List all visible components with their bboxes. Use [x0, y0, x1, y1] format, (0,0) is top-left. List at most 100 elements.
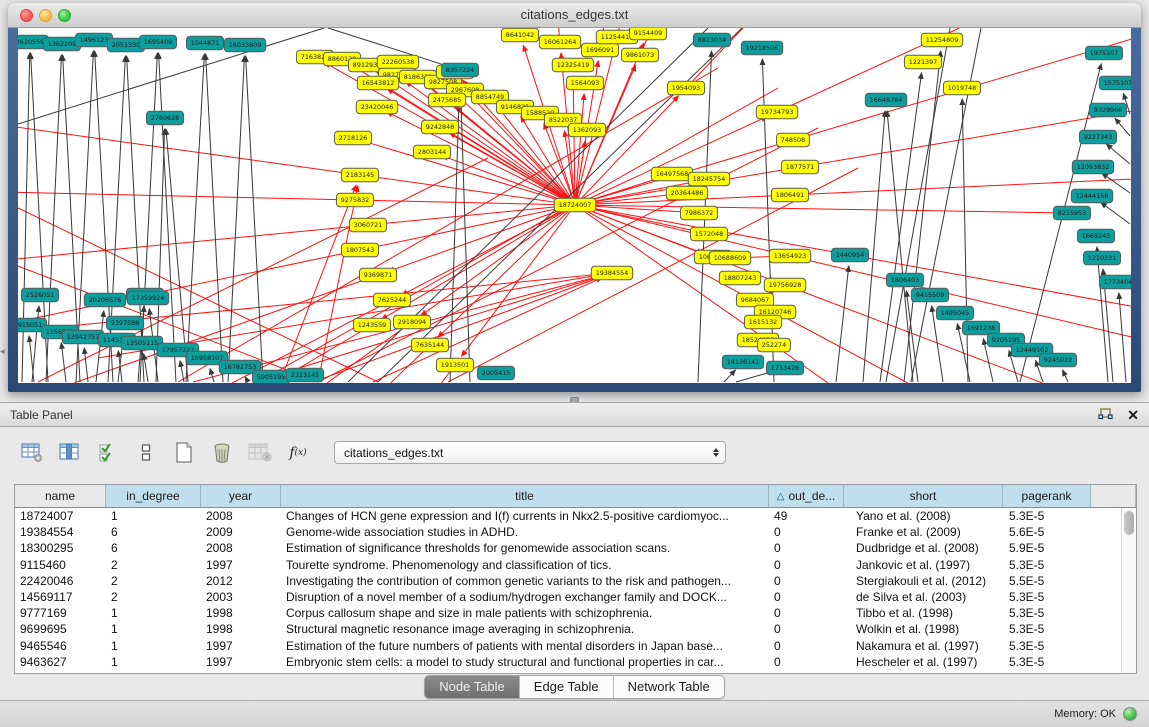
graph-node-selected[interactable]: 13654923 [769, 249, 810, 263]
cell-out_degree[interactable]: 0 [769, 606, 844, 620]
cell-short[interactable]: Franke et al. (2009) [844, 525, 1003, 539]
graph-node-selected[interactable]: 9684067 [736, 293, 773, 307]
cell-in_degree[interactable]: 2 [106, 590, 201, 604]
cell-name[interactable]: 9777169 [15, 606, 106, 620]
cell-title[interactable]: Structural magnetic resonance image aver… [281, 622, 769, 636]
graph-node-selected[interactable]: 1572048 [690, 227, 727, 241]
cell-in_degree[interactable]: 1 [106, 509, 201, 523]
table-settings-icon[interactable] [20, 443, 44, 463]
graph-node-selected[interactable]: 8641042 [501, 28, 538, 42]
column-header-pagerank[interactable]: pagerank [1003, 485, 1091, 507]
cell-pagerank[interactable]: 5.6E-5 [1003, 525, 1091, 539]
cell-pagerank[interactable]: 5.9E-5 [1003, 541, 1091, 555]
row-height-icon[interactable] [134, 443, 158, 463]
graph-node-selected[interactable]: 20364486 [666, 186, 707, 200]
graph-node[interactable]: 1210331 [1083, 251, 1120, 265]
selected-edge[interactable] [18, 266, 318, 382]
edge[interactable] [863, 111, 885, 382]
cell-in_degree[interactable]: 2 [106, 574, 201, 588]
cell-year[interactable]: 2003 [201, 590, 281, 604]
graph-node[interactable]: 2526051 [21, 288, 58, 302]
select-rows-check-icon[interactable] [96, 443, 120, 463]
graph-node-selected[interactable]: 18724007 [554, 198, 595, 212]
graph-node-selected[interactable]: 10688609 [709, 251, 750, 265]
graph-node-selected[interactable]: 2803144 [413, 145, 450, 159]
cell-in_degree[interactable]: 2 [106, 558, 201, 572]
selected-edge[interactable] [450, 133, 575, 205]
graph-node[interactable]: 2760628 [146, 111, 183, 125]
tab-node-table[interactable]: Node Table [425, 676, 520, 698]
cell-year[interactable]: 1997 [201, 639, 281, 653]
graph-node-selected[interactable]: 22260538 [377, 55, 418, 69]
graph-node-selected[interactable]: 7635144 [411, 338, 448, 352]
graph-node[interactable]: 8357224 [441, 63, 478, 77]
table-row[interactable]: 1830029562008Estimation of significance … [15, 540, 1136, 556]
cell-name[interactable]: 14569117 [15, 590, 106, 604]
cell-year[interactable]: 1998 [201, 606, 281, 620]
cell-short[interactable]: Wolkin et al. (1998) [844, 622, 1003, 636]
select-columns-icon[interactable] [58, 443, 82, 463]
cell-pagerank[interactable]: 5.3E-5 [1003, 590, 1091, 604]
cell-short[interactable]: Hescheler et al. (1997) [844, 655, 1003, 669]
cell-out_degree[interactable]: 0 [769, 639, 844, 653]
graph-node-selected[interactable]: 9275832 [336, 193, 373, 207]
edge[interactable] [180, 361, 184, 382]
graph-node[interactable]: 9245022 [1039, 353, 1076, 367]
selected-edge[interactable] [18, 127, 360, 175]
cell-year[interactable]: 2008 [201, 509, 281, 523]
graph-node-selected[interactable]: 1243559 [353, 318, 390, 332]
graph-node-selected[interactable]: 18245754 [688, 172, 729, 186]
edge[interactable] [1115, 118, 1130, 136]
cell-pagerank[interactable]: 5.3E-5 [1003, 509, 1091, 523]
graph-node[interactable]: 1695409 [139, 35, 176, 49]
tab-network-table[interactable]: Network Table [614, 676, 724, 698]
graph-node[interactable]: 14136141 [722, 355, 763, 369]
graph-node-selected[interactable]: 18807243 [719, 271, 760, 285]
graph-node-selected[interactable]: 1913501 [436, 358, 473, 372]
table-row[interactable]: 969969511998Structural magnetic resonanc… [15, 621, 1136, 637]
edge[interactable] [962, 99, 968, 382]
cell-pagerank[interactable]: 5.3E-5 [1003, 606, 1091, 620]
graph-node[interactable]: 19218506 [741, 41, 782, 55]
graph-node[interactable]: 16648784 [865, 93, 906, 107]
cell-out_degree[interactable]: 0 [769, 558, 844, 572]
graph-node-selected[interactable]: 1221397 [904, 55, 941, 69]
close-panel-icon[interactable]: ✕ [1127, 408, 1139, 422]
selected-edge[interactable] [178, 68, 718, 382]
graph-node-selected[interactable]: 9861073 [621, 48, 658, 62]
graph-node-selected[interactable]: 19756928 [764, 278, 805, 292]
cell-year[interactable]: 2008 [201, 541, 281, 555]
cell-in_degree[interactable]: 6 [106, 525, 201, 539]
graph-node[interactable]: 8215953 [1053, 206, 1090, 220]
graph-node-selected[interactable]: 1807543 [341, 243, 378, 257]
cell-short[interactable]: de Silva et al. (2003) [844, 590, 1003, 604]
graph-node[interactable]: 2323145 [286, 368, 323, 382]
cell-title[interactable]: Changes of HCN gene expression and I(f) … [281, 509, 769, 523]
graph-node-selected[interactable]: 2718126 [334, 131, 371, 145]
cell-year[interactable]: 1998 [201, 622, 281, 636]
cell-pagerank[interactable]: 5.3E-5 [1003, 655, 1091, 669]
graph-node[interactable]: 1669243 [1077, 229, 1114, 243]
graph-node-selected[interactable]: 23420046 [356, 100, 397, 114]
cell-year[interactable]: 2009 [201, 525, 281, 539]
graph-node-selected[interactable]: 1019748 [943, 81, 980, 95]
table-row[interactable]: 946554611997Estimation of the future num… [15, 638, 1136, 654]
graph-node[interactable]: 8813034 [693, 33, 730, 47]
cell-title[interactable]: Disruption of a novel member of a sodium… [281, 590, 769, 604]
function-builder-icon[interactable]: f(x) [286, 443, 310, 463]
cell-out_degree[interactable]: 0 [769, 655, 844, 669]
edge[interactable] [1119, 293, 1126, 382]
cell-name[interactable]: 19384554 [15, 525, 106, 539]
selected-edge[interactable] [364, 141, 575, 205]
graph-node-selected[interactable]: 16543812 [357, 76, 398, 90]
graph-node[interactable]: 1806403 [886, 273, 923, 287]
graph-node-selected[interactable]: 19734793 [756, 105, 797, 119]
cell-in_degree[interactable]: 6 [106, 541, 201, 555]
graph-node-selected[interactable]: 11254809 [921, 33, 962, 47]
graph-node-selected[interactable]: 7986372 [680, 206, 717, 220]
edge[interactable] [210, 369, 214, 382]
graph-node-selected[interactable]: 2475685 [428, 93, 465, 107]
graph-node-selected[interactable]: 252274 [758, 338, 791, 352]
cell-in_degree[interactable]: 1 [106, 622, 201, 636]
cell-name[interactable]: 9699695 [15, 622, 106, 636]
